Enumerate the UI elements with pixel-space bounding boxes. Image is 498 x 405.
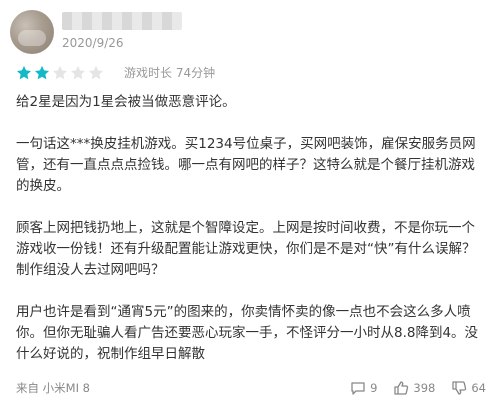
review-paragraph: 顾客上网把钱扔地上，这就是个智障设定。上网是按时间收费，不是你玩一个游戏收一份钱…: [16, 220, 476, 278]
star-icon-3: [52, 65, 68, 81]
thumbs-up-icon: [394, 381, 409, 395]
review-paragraph: 一句话这***换皮挂机游戏。买1234号位桌子，买网吧装饰，雇保安服务员网管，还…: [16, 136, 476, 194]
star-icon-1: [16, 65, 32, 81]
like-button[interactable]: 398: [393, 380, 435, 396]
like-count: 398: [413, 381, 436, 395]
review-footer: 来自 小米MI 8 9 398 64: [16, 380, 486, 396]
dislike-count: 64: [471, 381, 486, 395]
playtime-label: 游戏时长 74分钟: [124, 66, 216, 80]
review-text: 给2星是因为1星会被当做恶意评论。 一句话这***换皮挂机游戏。买1234号位桌…: [16, 92, 486, 386]
star-icon-2: [34, 65, 50, 81]
reply-button[interactable]: 9: [350, 380, 377, 396]
review-paragraph: 用户也许是看到“通宵5元”的图来的，你卖情怀卖的像一点也不会这么多人喷你。但你无…: [16, 304, 479, 362]
reply-count: 9: [370, 381, 378, 395]
avatar[interactable]: [10, 10, 54, 54]
comment-icon: [351, 382, 365, 395]
thumbs-down-icon: [452, 381, 467, 395]
rating-row: 游戏时长 74分钟: [16, 64, 215, 81]
username-blurred[interactable]: [62, 12, 182, 30]
review-paragraph: 给2星是因为1星会被当做恶意评论。: [16, 94, 236, 110]
review-date: 2020/9/26: [62, 36, 124, 50]
dislike-button[interactable]: 64: [451, 380, 486, 396]
star-icon-4: [70, 65, 86, 81]
review-card: 2020/9/26 游戏时长 74分钟 给2星是因为1星会被当做恶意评论。 一句…: [0, 0, 498, 405]
device-label: 来自 小米MI 8: [16, 381, 90, 395]
star-icon-5: [88, 65, 104, 81]
